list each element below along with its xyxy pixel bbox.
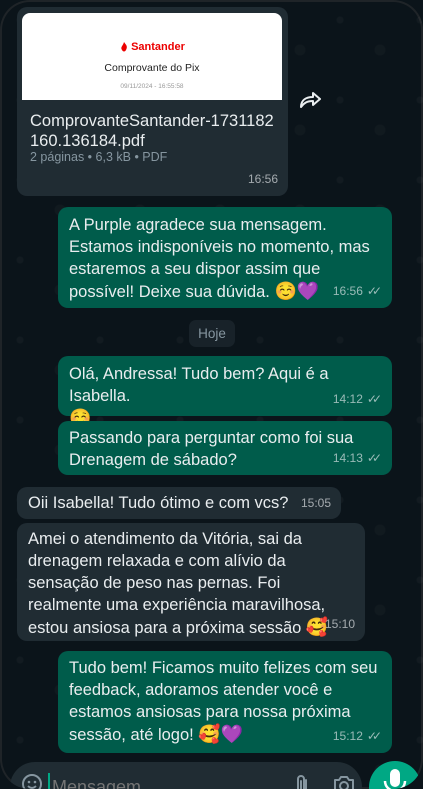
camera-icon[interactable]	[332, 774, 356, 789]
incoming-message[interactable]: Oii Isabella! Tudo ótimo e com vcs? 15:0…	[17, 487, 341, 519]
mic-icon[interactable]	[369, 761, 421, 789]
outgoing-message[interactable]: Olá, Andressa! Tudo bem? Aqui é a Isabel…	[58, 356, 392, 428]
document-preview-date: 09/11/2024 - 16:55:58	[120, 83, 184, 90]
santander-logo: Santander	[119, 41, 185, 53]
message-composer	[10, 762, 362, 789]
message-time: 14:13 ✓✓	[333, 447, 382, 469]
document-file-meta: 2 páginas • 6,3 kB • PDF	[30, 150, 168, 164]
message-input[interactable]	[50, 772, 254, 789]
day-separator: Hoje	[189, 320, 235, 347]
document-file-name: ComprovanteSantander-1731182 160.136184.…	[30, 112, 274, 150]
message-text: Olá, Andressa! Tudo bem? Aqui é a Isabel…	[69, 365, 329, 405]
emoji-icon[interactable]	[20, 772, 44, 789]
double-check-icon: ✓✓	[366, 392, 382, 406]
outgoing-message[interactable]: Passando para perguntar como foi sua Dre…	[58, 421, 392, 475]
message-time: 15:05	[300, 496, 331, 510]
forward-icon[interactable]	[296, 89, 324, 111]
document-preview[interactable]: Santander Comprovante do Pix 09/11/2024 …	[22, 13, 282, 100]
paperclip-icon[interactable]	[292, 774, 312, 789]
flame-icon	[121, 42, 127, 52]
document-preview-title: Comprovante do Pix	[104, 62, 200, 74]
message-text: Amei o atendimento da Vitória, sai da dr…	[28, 530, 326, 637]
chat-screen: 16:56 Santander Comprovante do Pix 09/11…	[0, 0, 423, 789]
message-text: Passando para perguntar como foi sua Dre…	[69, 429, 354, 469]
outgoing-message[interactable]: A Purple agradece sua mensagem. Estamos …	[58, 207, 392, 308]
double-check-icon: ✓✓	[366, 451, 382, 465]
double-check-icon: ✓✓	[366, 729, 382, 743]
incoming-message[interactable]: Amei o atendimento da Vitória, sai da dr…	[17, 523, 365, 641]
message-text: A Purple agradece sua mensagem. Estamos …	[69, 216, 370, 301]
message-time: 16:56 ✓✓	[333, 280, 382, 302]
message-emoji: 🥰💜	[198, 724, 244, 744]
message-text: Oii Isabella! Tudo ótimo e com vcs?	[28, 494, 289, 512]
message-time: 16:56	[247, 172, 278, 186]
message-time: 15:10	[324, 617, 355, 631]
outgoing-message[interactable]: Tudo bem! Ficamos muito felizes com seu …	[58, 651, 392, 753]
double-check-icon: ✓✓	[366, 284, 382, 298]
message-emoji: ☺️💜	[274, 281, 320, 301]
message-time: 14:12 ✓✓	[333, 388, 382, 410]
message-time: 15:12 ✓✓	[333, 725, 382, 747]
